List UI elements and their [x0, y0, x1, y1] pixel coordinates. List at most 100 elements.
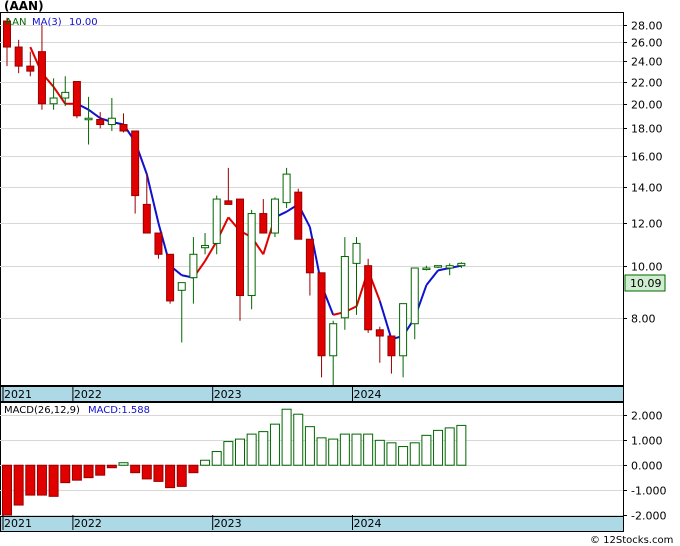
macd-x-label: 2023 [214, 517, 242, 530]
candle-body [317, 272, 326, 357]
macd-legend-value: MACD:1.588 [88, 405, 150, 416]
candle-body [305, 238, 314, 274]
candle-body [96, 118, 105, 126]
price-x-label: 2022 [74, 388, 102, 401]
macd-tick-label: -2.000 [631, 510, 666, 523]
macd-bar [130, 464, 141, 474]
candle [270, 197, 279, 238]
macd-bar [258, 431, 269, 466]
macd-bar [316, 437, 327, 466]
macd-bar [211, 451, 222, 466]
candle [72, 81, 81, 119]
candle-body [387, 335, 396, 357]
legend-ma-value: 10.00 [69, 17, 98, 28]
candle-body [142, 203, 151, 234]
candle-body [212, 198, 221, 244]
candle-body [61, 91, 70, 99]
candle-body [364, 265, 373, 331]
price-tick-label: 12.00 [631, 218, 663, 231]
macd-bar [176, 464, 187, 487]
macd-bar [13, 464, 24, 506]
price-x-label: 2023 [214, 388, 242, 401]
macd-bar [398, 446, 409, 466]
macd-bar [363, 433, 374, 466]
macd-bar [246, 433, 257, 466]
candle-body [37, 51, 46, 105]
candle-body [445, 265, 454, 269]
candle-body [166, 253, 175, 302]
candle-body [375, 329, 384, 337]
macd-bar [386, 442, 397, 466]
candle-body [236, 198, 244, 297]
last-price-value: 10.09 [630, 277, 662, 290]
macd-bar [153, 464, 164, 482]
candle-body [399, 303, 408, 357]
candle-body [189, 253, 198, 279]
macd-bar [2, 464, 12, 516]
stock-chart: 28.00 26.00 24.00 22.00 20.00 18.00 16.00 14.00… [0, 0, 680, 546]
price-tick-label: 20.00 [631, 99, 663, 112]
macd-bar [25, 464, 36, 496]
candle [434, 265, 443, 269]
price-tick-label: 10.00 [631, 261, 663, 274]
macd-bar [433, 429, 444, 466]
price-tick-label: 14.00 [631, 182, 663, 195]
candle-body [270, 198, 279, 234]
candle-body [294, 191, 303, 240]
candle-body [224, 200, 233, 205]
candle [166, 253, 175, 304]
macd-bar [351, 433, 362, 466]
candle-body [340, 256, 349, 319]
candle-body [282, 173, 291, 204]
price-tick-label: 16.00 [631, 151, 663, 164]
candle-body [410, 267, 419, 325]
macd-x-label: 2024 [354, 517, 382, 530]
candle-body [26, 65, 35, 72]
candle-body [107, 117, 116, 126]
macd-bar [48, 464, 59, 497]
macd-bar [281, 408, 292, 466]
price-tick-label: 18.00 [631, 123, 663, 136]
candle-body [84, 117, 93, 121]
macd-bar [223, 441, 234, 466]
candle-body [119, 124, 128, 132]
candle [282, 167, 291, 209]
legend-symbol: AAN [5, 17, 26, 28]
candle-body [434, 265, 443, 268]
macd-bar [328, 438, 339, 466]
candle-body [329, 323, 338, 357]
macd-bar [200, 459, 211, 466]
candle-body [72, 81, 81, 117]
macd-legend-label: MACD(26,12,9) [4, 405, 80, 416]
candle-body [177, 282, 186, 291]
candle-body [154, 232, 163, 255]
macd-bar [339, 433, 350, 466]
candle-body [422, 267, 431, 271]
macd-tick-label: 1.000 [631, 435, 663, 448]
macd-bar [304, 426, 315, 466]
price-tick-label: 22.00 [631, 77, 663, 90]
macd-x-label: 2022 [74, 517, 102, 530]
candle-body [352, 242, 361, 264]
macd-x-label: 2021 [4, 517, 32, 530]
macd-bar [188, 464, 199, 474]
macd-tick-label: 0.000 [631, 460, 663, 473]
candle-body [201, 245, 210, 249]
candle-body [247, 213, 256, 297]
price-tick-label: 24.00 [631, 56, 663, 69]
candle-body [131, 130, 140, 197]
candle-body [259, 213, 268, 234]
macd-bar [165, 464, 176, 489]
candle [364, 258, 373, 333]
macd-bar [95, 464, 106, 476]
macd-bar [444, 427, 455, 466]
macd-bar [118, 462, 129, 466]
macd-bar [141, 464, 152, 480]
macd-bar [106, 464, 117, 469]
candle-body [457, 262, 466, 267]
macd-bar [36, 464, 47, 496]
macd-tick-label: 2.000 [631, 410, 663, 423]
macd-bar [293, 413, 304, 466]
macd-bar [235, 438, 245, 466]
macd-bar [83, 464, 94, 479]
